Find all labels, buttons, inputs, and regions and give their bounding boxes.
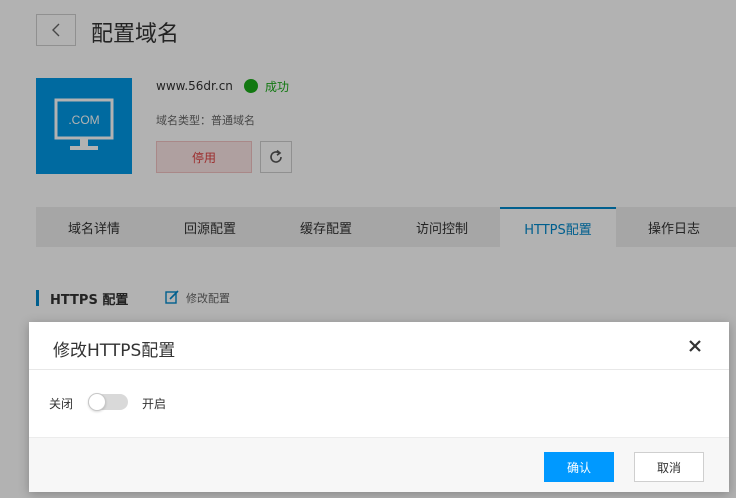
https-toggle[interactable] [88,393,128,411]
confirm-button[interactable]: 确认 [544,452,614,482]
close-icon [689,340,701,352]
close-button[interactable] [687,338,703,354]
toggle-knob [88,393,106,411]
dialog-title: 修改HTTPS配置 [53,341,176,361]
https-config-dialog: 修改HTTPS配置 关闭 开启 确认 取消 [29,322,729,492]
cancel-button[interactable]: 取消 [634,452,704,482]
switch-on-label: 开启 [142,397,167,411]
dialog-footer: 确认 取消 [29,437,729,492]
dialog-header: 修改HTTPS配置 [29,322,729,370]
switch-off-label: 关闭 [49,397,74,411]
